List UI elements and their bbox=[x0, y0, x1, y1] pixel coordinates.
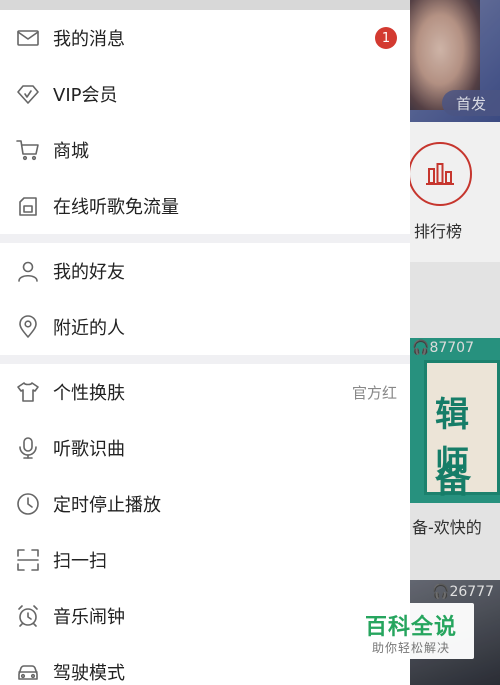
menu-item-label: 驾驶模式 bbox=[53, 663, 125, 684]
section-divider bbox=[0, 355, 410, 364]
menu-item-label: 扫一扫 bbox=[53, 551, 107, 572]
menu-item-theme[interactable]: 个性换肤 官方红 bbox=[0, 364, 410, 420]
vip-diamond-icon bbox=[16, 82, 40, 106]
tshirt-icon bbox=[16, 380, 40, 404]
menu-item-label: 商城 bbox=[53, 141, 89, 162]
menu-item-label: 我的消息 bbox=[53, 29, 125, 50]
person-icon bbox=[16, 259, 40, 283]
watermark-subtitle: 助你轻松解决 bbox=[372, 641, 451, 655]
menu-item-song-recognition[interactable]: 听歌识曲 bbox=[0, 420, 410, 476]
location-pin-icon bbox=[16, 315, 40, 339]
menu-item-free-data[interactable]: 在线听歌免流量 bbox=[0, 178, 410, 234]
unread-badge: 1 bbox=[375, 27, 397, 49]
drawer-scrim[interactable] bbox=[410, 0, 500, 685]
menu-item-messages[interactable]: 我的消息 1 bbox=[0, 10, 410, 66]
menu-item-music-alarm[interactable]: 音乐闹钟 bbox=[0, 588, 410, 644]
menu-item-label: 个性换肤 bbox=[53, 383, 125, 404]
clock-icon bbox=[16, 492, 40, 516]
menu-item-label: 附近的人 bbox=[53, 318, 125, 339]
watermark-title: 百科全说 bbox=[365, 615, 458, 640]
sim-card-icon bbox=[16, 194, 40, 218]
menu-item-sleep-timer[interactable]: 定时停止播放 bbox=[0, 476, 410, 532]
menu-item-label: 听歌识曲 bbox=[53, 439, 125, 460]
section-divider bbox=[0, 234, 410, 243]
drawer-header-edge bbox=[0, 0, 410, 10]
menu-item-label: 我的好友 bbox=[53, 262, 125, 283]
menu-item-label: 音乐闹钟 bbox=[53, 607, 125, 628]
scan-icon bbox=[16, 548, 40, 572]
alarm-clock-icon bbox=[16, 604, 40, 628]
menu-item-friends[interactable]: 我的好友 bbox=[0, 243, 410, 299]
menu-item-vip[interactable]: VIP会员 bbox=[0, 66, 410, 122]
cart-icon bbox=[16, 138, 40, 162]
mail-icon bbox=[16, 26, 40, 50]
menu-item-nearby[interactable]: 附近的人 bbox=[0, 299, 410, 355]
car-icon bbox=[16, 660, 40, 684]
microphone-icon bbox=[16, 436, 40, 460]
menu-item-store[interactable]: 商城 bbox=[0, 122, 410, 178]
menu-item-label: VIP会员 bbox=[53, 85, 118, 106]
current-theme-value: 官方红 bbox=[351, 383, 397, 402]
menu-item-label: 在线听歌免流量 bbox=[53, 197, 179, 218]
menu-item-driving-mode[interactable]: 驾驶模式 bbox=[0, 644, 410, 685]
watermark-logo: 百科全说 助你轻松解决 bbox=[350, 603, 474, 659]
menu-item-scan[interactable]: 扫一扫 bbox=[0, 532, 410, 588]
side-drawer: 我的消息 1 VIP会员 商城 在线听歌免流量 我的好友 附近的人 个性换肤 官… bbox=[0, 0, 410, 685]
menu-item-label: 定时停止播放 bbox=[53, 495, 161, 516]
